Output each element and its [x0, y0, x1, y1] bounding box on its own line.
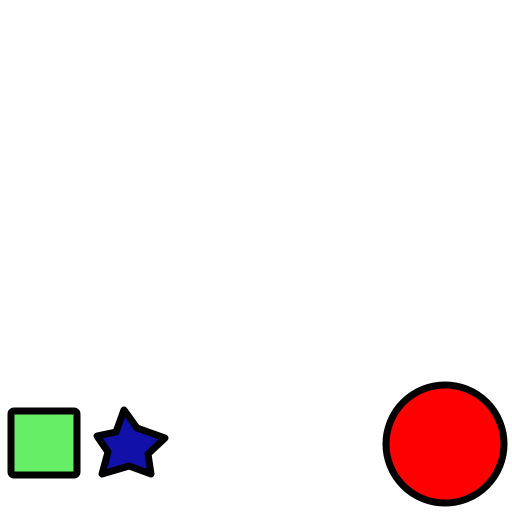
green-square-icon [7, 407, 81, 479]
red-circle-icon [382, 381, 508, 507]
shapes-canvas [0, 0, 512, 512]
